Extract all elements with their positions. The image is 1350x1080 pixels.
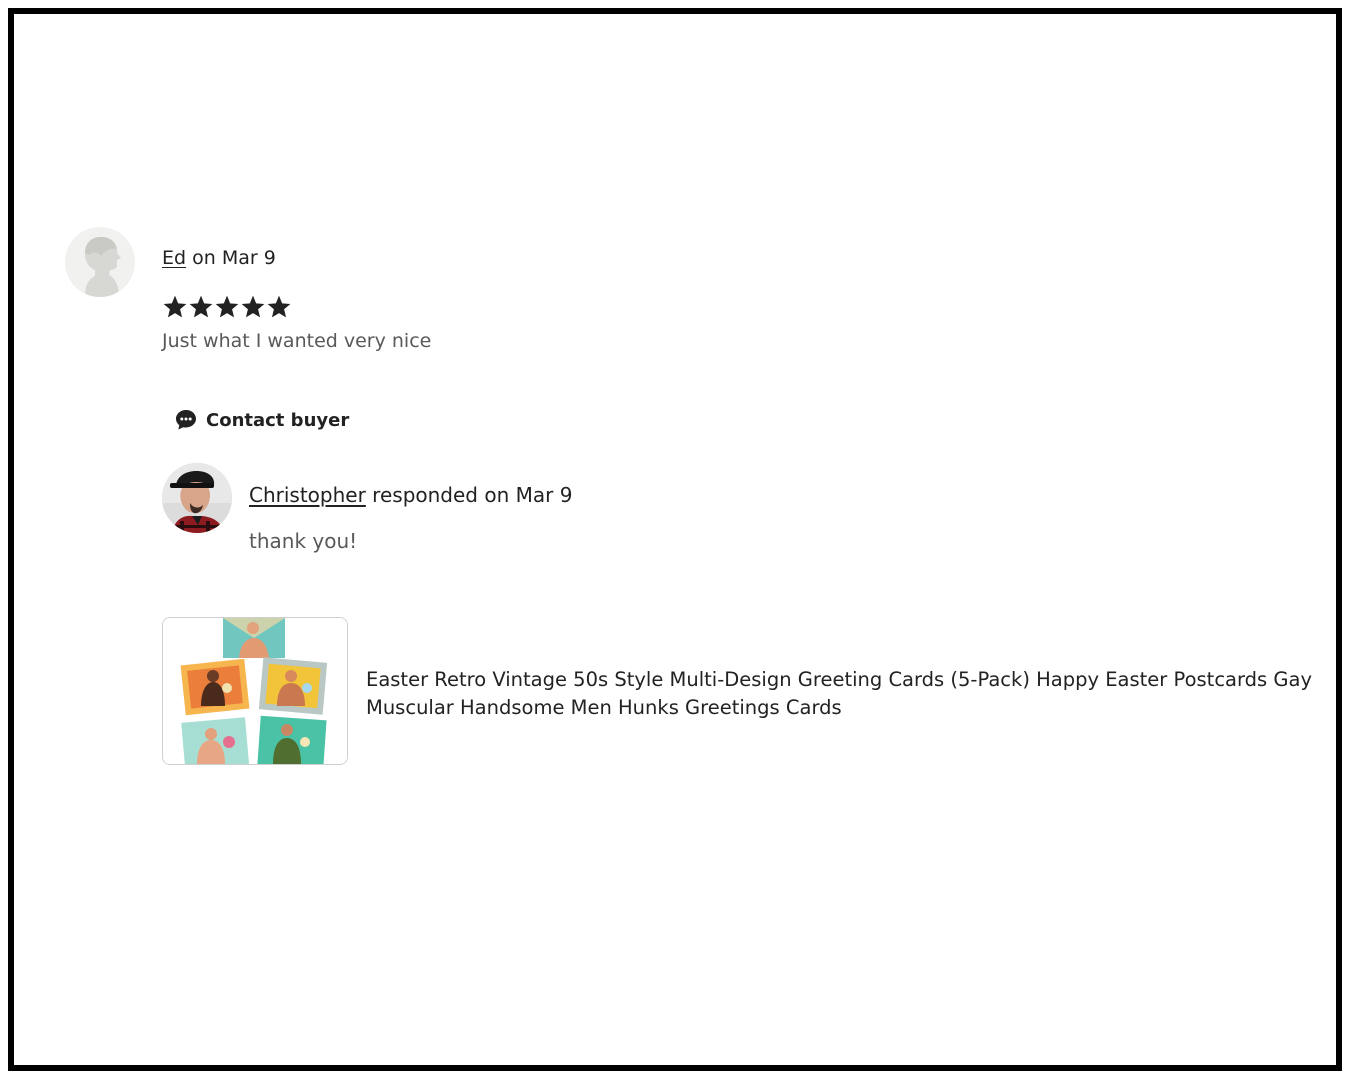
reviewer-avatar[interactable] (65, 227, 135, 297)
seller-photo (162, 463, 232, 533)
default-avatar-icon (65, 227, 135, 297)
star-icon (163, 295, 187, 318)
card-image-right (258, 657, 328, 715)
star-icon (189, 295, 213, 318)
reviewer-name-link[interactable]: Ed (162, 247, 186, 269)
response-date: responded on Mar 9 (365, 483, 573, 507)
contact-buyer-button[interactable]: Contact buyer (170, 404, 353, 436)
response-meta: Christopher responded on Mar 9 (249, 482, 572, 508)
screenshot-frame (8, 8, 1342, 1071)
card-image-top (223, 618, 285, 658)
seller-avatar[interactable] (162, 463, 232, 533)
review-meta: Ed on Mar 9 (162, 246, 276, 270)
star-rating (162, 293, 292, 323)
star-icon (267, 295, 291, 318)
star-icon (215, 295, 239, 318)
star-icon (241, 295, 265, 318)
card-image-bottom-right (257, 715, 327, 764)
listing-title-link[interactable]: Easter Retro Vintage 50s Style Multi-Des… (366, 666, 1326, 722)
listing-image (163, 618, 347, 764)
card-image-bottom-left (181, 717, 250, 764)
contact-buyer-label: Contact buyer (206, 409, 350, 431)
seller-name-link[interactable]: Christopher (249, 483, 366, 507)
review-date: on Mar 9 (186, 247, 276, 269)
listing-thumbnail[interactable] (162, 617, 348, 765)
card-image-left (180, 658, 250, 716)
review-text: Just what I wanted very nice (162, 330, 432, 352)
chat-bubble-icon (176, 410, 196, 430)
response-text: thank you! (249, 529, 358, 553)
